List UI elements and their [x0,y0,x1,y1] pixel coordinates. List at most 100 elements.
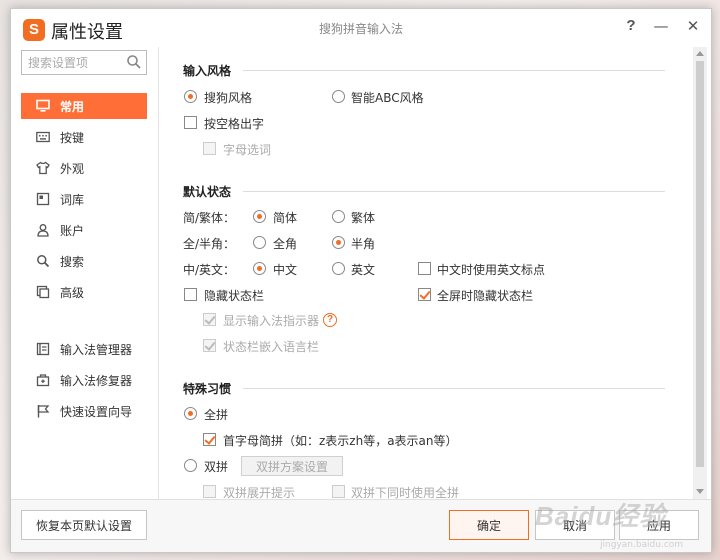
sidebar-item-appearance[interactable]: 外观 [21,155,147,181]
label-language: 中/英文： [183,263,236,277]
label-shuangpin[interactable]: 双拼 [204,458,228,475]
label-chinese[interactable]: 中文 [273,261,297,278]
label-embed-langbar[interactable]: 状态栏嵌入语言栏 [223,338,319,355]
sidebar-tool-ime-manager[interactable]: 输入法管理器 [21,336,147,362]
section-divider [243,388,665,389]
section-divider [243,70,665,71]
sidebar-item-label: 常用 [60,99,85,114]
label-shuangpin-expand[interactable]: 双拼展开提示 [223,484,295,499]
sidebar-item-advanced[interactable]: 高级 [21,279,147,305]
repair-icon [36,373,50,387]
section-title-special-habits: 特殊习惯 [183,382,232,396]
settings-content: 输入风格 搜狗风格 智能ABC风格 按空格出字 字母选词 默认状态 简/繁体： … [159,47,711,499]
radio-quanpin[interactable] [184,407,197,420]
radio-sogou-style[interactable] [184,90,197,103]
sidebar-item-label: 词库 [60,192,85,207]
checkbox-embed-langbar[interactable] [203,339,216,352]
settings-search [21,50,147,75]
radio-traditional[interactable] [332,210,345,223]
label-fullscreen-hide-statusbar[interactable]: 全屏时隐藏状态栏 [437,287,533,304]
label-simplified[interactable]: 简体 [273,209,297,226]
label-half-width[interactable]: 半角 [351,235,375,252]
search-icon [36,254,50,268]
sidebar-item-label: 外观 [60,161,85,176]
content-scrollbar[interactable] [693,47,707,499]
checkbox-letter-select[interactable] [203,142,216,155]
label-chinese-en-punct[interactable]: 中文时使用英文标点 [437,261,545,278]
scrollbar-thumb[interactable] [696,61,704,467]
radio-english[interactable] [332,262,345,275]
sidebar-item-label: 搜索 [60,254,85,269]
sidebar-item-search[interactable]: 搜索 [21,248,147,274]
monitor-icon [36,99,50,113]
sidebar-item-keys[interactable]: 按键 [21,124,147,150]
sidebar-item-label: 按键 [60,130,85,145]
apply-button[interactable]: 应用 [619,510,699,540]
label-initial-abbrev[interactable]: 首字母简拼（如：z表示zh等，a表示an等） [223,432,458,449]
book-icon [36,192,50,206]
radio-half-width[interactable] [332,236,345,249]
checkbox-initial-abbrev[interactable] [203,433,216,446]
label-letter-select[interactable]: 字母选词 [223,141,271,158]
dialog-footer: 恢复本页默认设置 确定 取消 应用 [11,499,711,552]
label-hide-statusbar[interactable]: 隐藏状态栏 [204,287,264,304]
sidebar-item-account[interactable]: 账户 [21,217,147,243]
checkbox-show-indicator[interactable] [203,313,216,326]
settings-search-input[interactable] [22,51,122,74]
label-shuangpin-with-quanpin[interactable]: 双拼下同时使用全拼 [351,484,459,499]
label-sogou-style[interactable]: 搜狗风格 [204,89,252,106]
search-icon[interactable] [126,54,142,70]
shuangpin-scheme-button[interactable]: 双拼方案设置 [241,456,344,476]
section-title-default-state: 默认状态 [183,185,232,199]
label-space-output[interactable]: 按空格出字 [204,115,264,132]
scroll-up-arrow-icon[interactable] [696,51,704,56]
label-trad-simp: 简/繁体： [183,211,236,225]
settings-window: S 属性设置 搜狗拼音输入法 ? — ✕ 常用 按键 [10,8,712,553]
label-full-width[interactable]: 全角 [273,235,297,252]
label-width: 全/半角： [183,237,236,251]
radio-shuangpin[interactable] [184,459,197,472]
radio-abc-style[interactable] [332,90,345,103]
title-bar[interactable]: S 属性设置 搜狗拼音输入法 ? — ✕ [11,9,711,47]
manager-icon [36,342,50,356]
checkbox-chinese-en-punct[interactable] [418,262,431,275]
label-abc-style[interactable]: 智能ABC风格 [351,89,424,106]
sidebar-tool-label: 快速设置向导 [60,404,133,419]
advanced-icon [36,285,50,299]
keyboard-icon [36,130,50,144]
sidebar-item-dictionary[interactable]: 词库 [21,186,147,212]
checkbox-fullscreen-hide-statusbar[interactable] [418,288,431,301]
sidebar-tool-label: 输入法修复器 [60,373,133,388]
checkbox-space-output[interactable] [184,116,197,129]
user-icon [36,223,50,237]
minimize-button[interactable]: — [651,17,671,35]
restore-defaults-button[interactable]: 恢复本页默认设置 [21,510,147,540]
close-button[interactable]: ✕ [683,17,703,35]
sidebar-tool-ime-repair[interactable]: 输入法修复器 [21,367,147,393]
sidebar-tool-quick-setup[interactable]: 快速设置向导 [21,398,147,424]
section-divider [243,191,665,192]
help-button[interactable]: ? [621,17,641,34]
label-quanpin[interactable]: 全拼 [204,406,228,423]
label-show-indicator[interactable]: 显示输入法指示器 [223,312,319,329]
flag-icon [36,404,50,418]
section-title-input-style: 输入风格 [183,64,232,78]
radio-full-width[interactable] [253,236,266,249]
sidebar: 常用 按键 外观 词库 账户 [11,47,159,499]
radio-simplified[interactable] [253,210,266,223]
sidebar-item-common[interactable]: 常用 [21,93,147,119]
label-traditional[interactable]: 繁体 [351,209,375,226]
checkbox-shuangpin-with-quanpin[interactable] [332,485,345,498]
cancel-button[interactable]: 取消 [535,510,615,540]
sidebar-tool-label: 输入法管理器 [60,342,133,357]
scroll-down-arrow-icon[interactable] [696,489,704,494]
radio-chinese[interactable] [253,262,266,275]
shirt-icon [36,161,50,175]
checkbox-shuangpin-expand[interactable] [203,485,216,498]
help-icon[interactable]: ? [323,313,337,327]
window-subtitle: 搜狗拼音输入法 [318,22,403,36]
sidebar-item-label: 高级 [60,285,85,300]
ok-button[interactable]: 确定 [449,510,529,540]
label-english[interactable]: 英文 [351,261,375,278]
checkbox-hide-statusbar[interactable] [184,288,197,301]
